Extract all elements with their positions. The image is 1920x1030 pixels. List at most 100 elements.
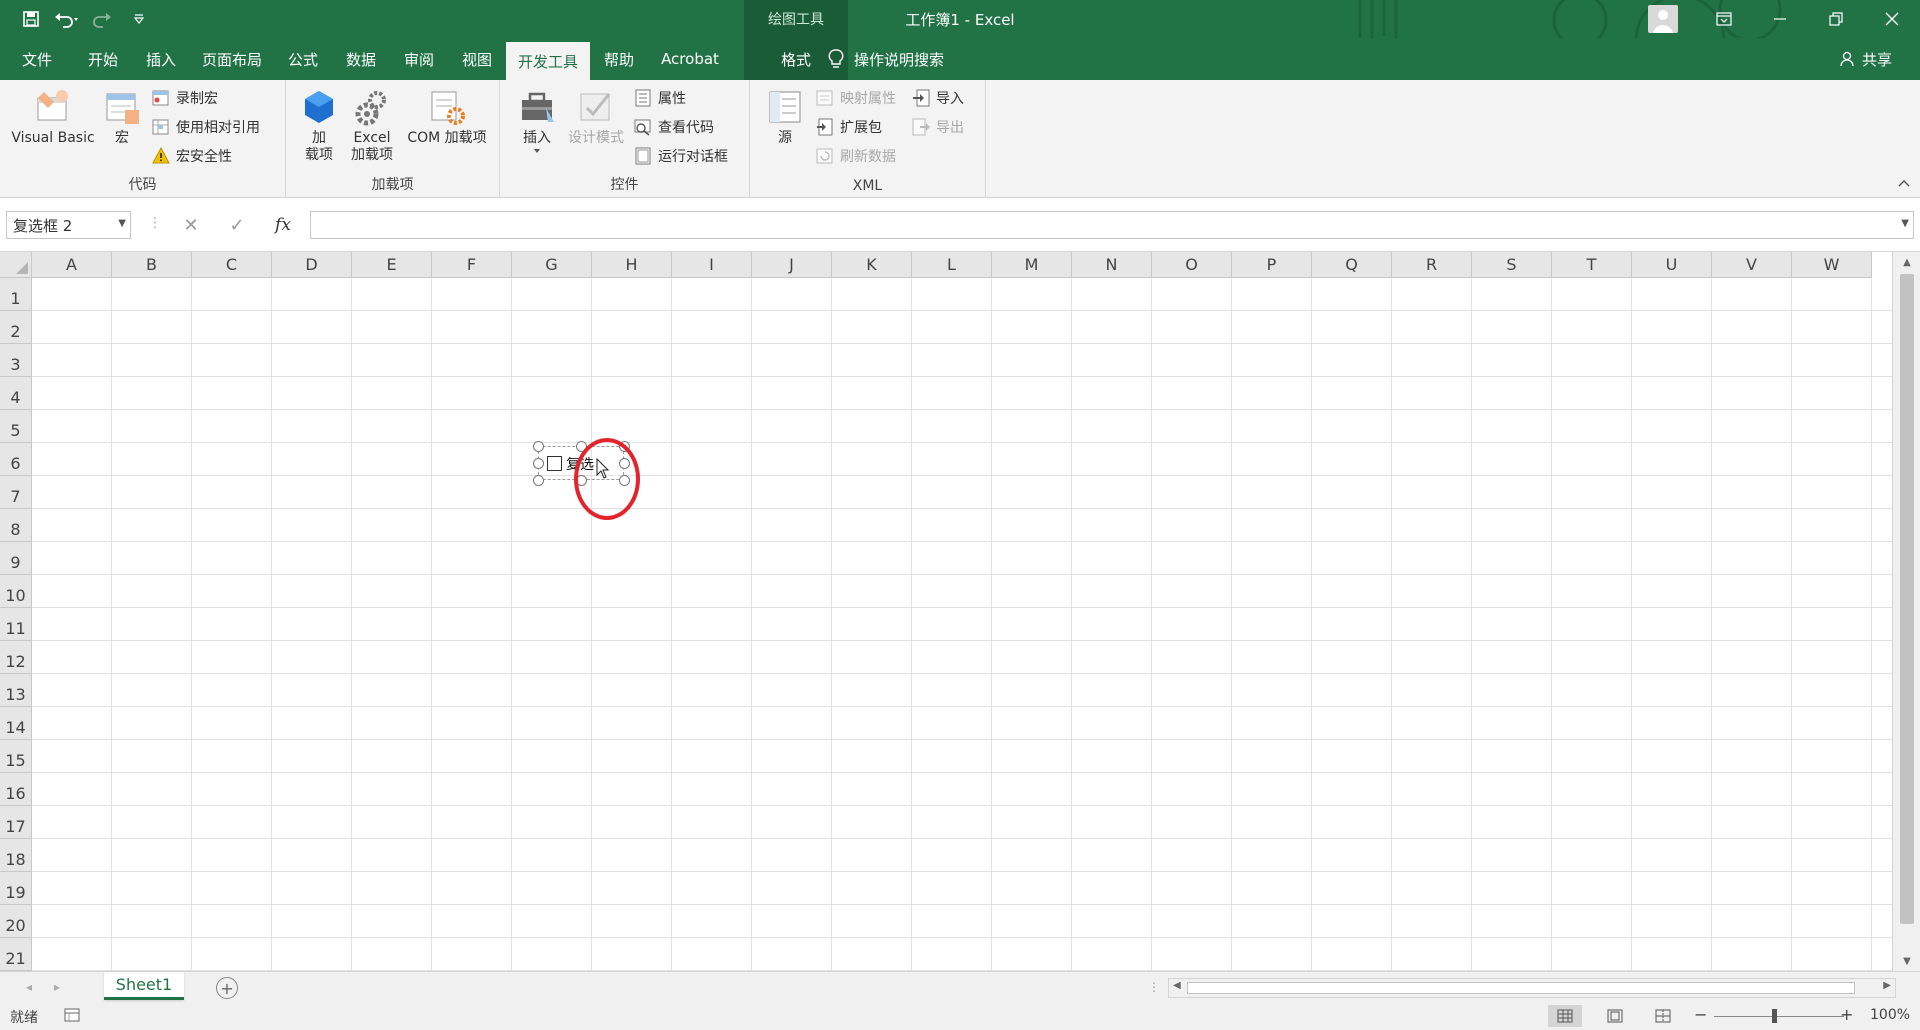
tab-page-layout[interactable]: 页面布局 xyxy=(196,38,268,80)
zoom-out-button[interactable]: − xyxy=(1694,1005,1707,1024)
row-header[interactable]: 21 xyxy=(0,938,32,971)
map-properties-button[interactable]: 映射属性 xyxy=(816,86,896,110)
resize-handle[interactable] xyxy=(533,475,544,486)
column-header[interactable]: I xyxy=(672,252,752,278)
scroll-left-arrow-icon[interactable]: ◀ xyxy=(1173,980,1181,991)
confirm-entry-button[interactable]: ✓ xyxy=(222,211,252,239)
design-mode-button[interactable]: 设计模式 xyxy=(562,88,630,147)
vertical-scrollbar[interactable]: ▲ ▼ xyxy=(1892,252,1920,971)
tab-formulas[interactable]: 公式 xyxy=(278,38,328,80)
column-header[interactable]: U xyxy=(1632,252,1712,278)
row-header[interactable]: 8 xyxy=(0,509,32,542)
column-header[interactable]: S xyxy=(1472,252,1552,278)
relative-references-button[interactable]: 使用相对引用 xyxy=(152,115,260,139)
minimize-button[interactable] xyxy=(1752,0,1808,38)
tab-review[interactable]: 审阅 xyxy=(394,38,444,80)
row-header[interactable]: 10 xyxy=(0,575,32,608)
xml-import-button[interactable]: 导入 xyxy=(912,86,964,110)
column-header[interactable]: N xyxy=(1072,252,1152,278)
insert-control-button[interactable]: 插入 xyxy=(516,88,558,155)
resize-handle[interactable] xyxy=(533,458,544,469)
scroll-down-arrow-icon[interactable]: ▼ xyxy=(1893,951,1920,971)
column-header[interactable]: J xyxy=(752,252,832,278)
row-header[interactable]: 19 xyxy=(0,872,32,905)
normal-view-button[interactable] xyxy=(1548,1005,1582,1027)
name-box[interactable]: 复选框 2 ▼ xyxy=(6,211,131,239)
chevron-down-icon[interactable]: ▼ xyxy=(118,218,126,229)
zoom-slider-thumb[interactable] xyxy=(1772,1009,1777,1023)
properties-button[interactable]: 属性 xyxy=(634,86,686,110)
tab-insert[interactable]: 插入 xyxy=(136,38,186,80)
row-header[interactable]: 11 xyxy=(0,608,32,641)
row-header[interactable]: 1 xyxy=(0,278,32,311)
column-header[interactable]: C xyxy=(192,252,272,278)
page-layout-view-button[interactable] xyxy=(1598,1005,1632,1027)
macro-security-button[interactable]: 宏安全性 xyxy=(152,144,232,168)
row-header[interactable]: 5 xyxy=(0,410,32,443)
row-header[interactable]: 15 xyxy=(0,740,32,773)
row-header[interactable]: 20 xyxy=(0,905,32,938)
column-header[interactable]: B xyxy=(112,252,192,278)
column-header[interactable]: M xyxy=(992,252,1072,278)
undo-button[interactable] xyxy=(54,6,80,32)
tell-me-search[interactable]: 操作说明搜索 xyxy=(828,38,944,80)
column-header[interactable]: P xyxy=(1232,252,1312,278)
tab-acrobat[interactable]: Acrobat xyxy=(652,38,728,80)
scroll-right-arrow-icon[interactable]: ▶ xyxy=(1883,980,1891,991)
sheet-scroll-left-icon[interactable]: ◂ xyxy=(26,980,32,994)
excel-addins-button[interactable]: Excel 加载项 xyxy=(346,88,398,164)
cancel-entry-button[interactable]: ✕ xyxy=(176,211,206,239)
row-header[interactable]: 2 xyxy=(0,311,32,344)
checkbox-box[interactable] xyxy=(547,456,562,471)
zoom-level[interactable]: 100% xyxy=(1870,1007,1910,1023)
tab-data[interactable]: 数据 xyxy=(336,38,386,80)
column-header[interactable]: D xyxy=(272,252,352,278)
close-button[interactable] xyxy=(1864,0,1920,38)
tab-home[interactable]: 开始 xyxy=(78,38,128,80)
column-header[interactable]: O xyxy=(1152,252,1232,278)
row-header[interactable]: 6 xyxy=(0,443,32,476)
new-sheet-button[interactable]: + xyxy=(216,977,238,999)
column-header[interactable]: R xyxy=(1392,252,1472,278)
row-header[interactable]: 3 xyxy=(0,344,32,377)
row-header[interactable]: 9 xyxy=(0,542,32,575)
row-header[interactable]: 12 xyxy=(0,641,32,674)
column-header[interactable]: E xyxy=(352,252,432,278)
sheet-tab-sheet1[interactable]: Sheet1 xyxy=(104,972,184,1000)
horizontal-scroll-thumb[interactable] xyxy=(1187,982,1855,994)
column-header[interactable]: F xyxy=(432,252,512,278)
sheet-scroll-right-icon[interactable]: ▸ xyxy=(54,980,60,994)
row-header[interactable]: 4 xyxy=(0,377,32,410)
insert-function-button[interactable]: fx xyxy=(268,211,298,239)
row-header[interactable]: 17 xyxy=(0,806,32,839)
resize-handle[interactable] xyxy=(533,441,544,452)
row-header[interactable]: 7 xyxy=(0,476,32,509)
select-all-button[interactable] xyxy=(0,252,32,278)
xml-source-button[interactable]: 源 xyxy=(764,88,806,147)
scroll-up-arrow-icon[interactable]: ▲ xyxy=(1893,252,1920,272)
macro-record-icon[interactable] xyxy=(64,1008,80,1022)
save-button[interactable] xyxy=(18,6,44,32)
cell-area[interactable] xyxy=(32,278,1892,971)
column-header[interactable]: H xyxy=(592,252,672,278)
row-header[interactable]: 13 xyxy=(0,674,32,707)
tab-help[interactable]: 帮助 xyxy=(594,38,644,80)
expansion-packs-button[interactable]: 扩展包 xyxy=(816,115,882,139)
column-header[interactable]: Q xyxy=(1312,252,1392,278)
record-macro-button[interactable]: 录制宏 xyxy=(152,86,218,110)
column-header[interactable]: K xyxy=(832,252,912,278)
macros-button[interactable]: 宏 xyxy=(102,88,142,147)
tab-file[interactable]: 文件 xyxy=(12,38,62,80)
user-avatar[interactable] xyxy=(1648,5,1678,33)
refresh-data-button[interactable]: 刷新数据 xyxy=(816,144,896,168)
run-dialog-button[interactable]: 运行对话框 xyxy=(634,144,728,168)
row-header[interactable]: 14 xyxy=(0,707,32,740)
expand-formula-bar-icon[interactable]: ▼ xyxy=(1901,218,1909,229)
tab-splitter-icon[interactable]: ⋮ xyxy=(1148,980,1160,994)
horizontal-scrollbar[interactable]: ◀ ▶ xyxy=(1168,978,1896,998)
tab-developer[interactable]: 开发工具 xyxy=(506,42,590,80)
tab-view[interactable]: 视图 xyxy=(452,38,502,80)
formula-bar-splitter-icon[interactable]: ⋮ xyxy=(148,215,162,231)
row-header[interactable]: 16 xyxy=(0,773,32,806)
visual-basic-button[interactable]: Visual Basic xyxy=(10,88,96,147)
